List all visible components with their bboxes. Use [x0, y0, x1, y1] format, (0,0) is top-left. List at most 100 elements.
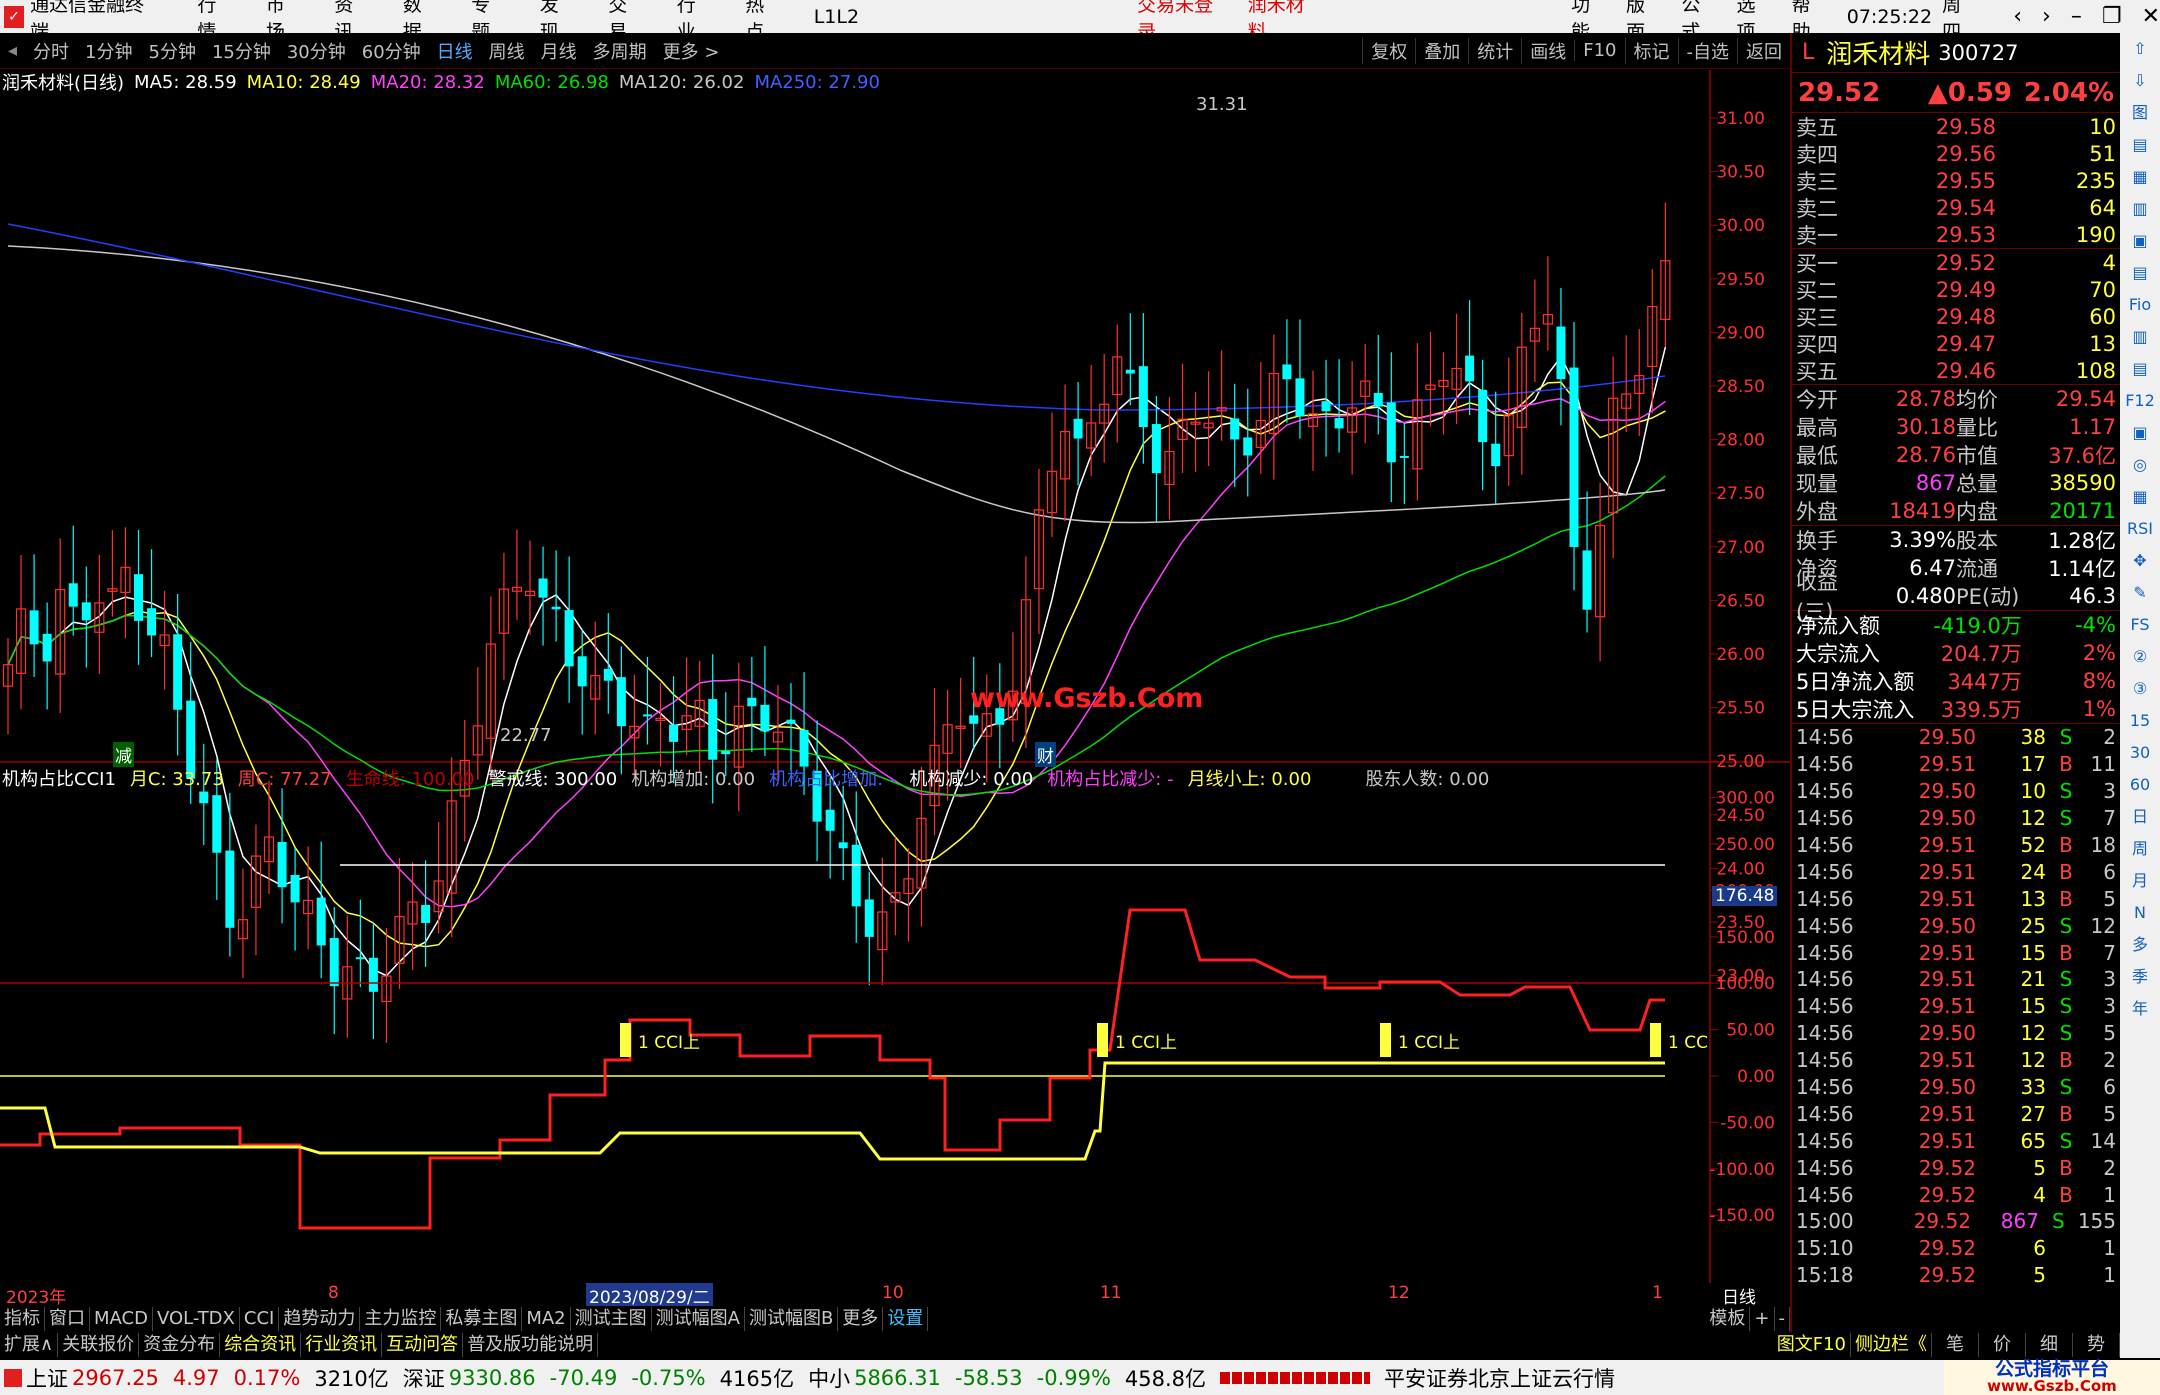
tool-zixuan[interactable]: -自选 — [1677, 37, 1738, 64]
tick-row-cell: 15:18 — [1796, 1263, 1854, 1288]
btn-zijinfenbu[interactable]: 资金分布 — [139, 1333, 221, 1357]
btn-jia[interactable]: 价 — [1979, 1333, 2026, 1357]
btn-cebianlan[interactable]: 侧边栏《 — [1851, 1333, 1932, 1357]
btn-bi[interactable]: 笔 — [1932, 1333, 1979, 1357]
side-tool-23[interactable]: 60 — [2120, 769, 2160, 801]
tab-ma2[interactable]: MA2 — [522, 1307, 571, 1331]
minimize-icon[interactable]: – — [2071, 4, 2082, 29]
side-tool-0[interactable]: ⇧ — [2120, 33, 2160, 65]
side-tool-4[interactable]: ▦ — [2120, 161, 2160, 193]
period-tab-5min[interactable]: 5分钟 — [141, 38, 204, 64]
tab-gengduo[interactable]: 更多 — [838, 1307, 884, 1331]
period-tab-30min[interactable]: 30分钟 — [279, 38, 354, 64]
side-tool-18[interactable]: FS — [2120, 609, 2160, 641]
btn-pujiban[interactable]: 普及版功能说明 — [463, 1333, 599, 1357]
tool-tongji[interactable]: 统计 — [1468, 37, 1521, 64]
side-tool-19[interactable]: ② — [2120, 641, 2160, 673]
sz-name[interactable]: 深证 — [403, 1363, 445, 1393]
tab-vol-tdx[interactable]: VOL-TDX — [153, 1307, 240, 1331]
side-tool-8[interactable]: Fio — [2120, 289, 2160, 321]
forward-icon[interactable]: › — [2042, 4, 2051, 29]
event-cai[interactable]: 财 — [1035, 742, 1056, 767]
collapse-icon[interactable]: ◂ — [0, 40, 25, 61]
period-tab-more[interactable]: 更多 > — [655, 38, 728, 64]
side-tool-24[interactable]: 日 — [2120, 801, 2160, 833]
tab-chuangkou[interactable]: 窗口 — [45, 1307, 90, 1331]
period-tab-weekly[interactable]: 周线 — [481, 38, 533, 64]
side-tool-16[interactable]: ✥ — [2120, 545, 2160, 577]
period-tab-1min[interactable]: 1分钟 — [77, 38, 140, 64]
tab-cci[interactable]: CCI — [240, 1307, 280, 1331]
period-tab-15min[interactable]: 15分钟 — [204, 38, 279, 64]
ind-label: 0.00 — [1737, 1067, 1775, 1087]
tick-list[interactable]: 14:56 29.50 38 S 2 14:56 29.51 17 B 11 14:56 29.50 1… — [1792, 724, 2120, 1289]
btn-tuwenf10[interactable]: 图文F10 — [1773, 1333, 1851, 1357]
tool-biaoji[interactable]: 标记 — [1624, 37, 1678, 64]
side-tool-3[interactable]: ▤ — [2120, 129, 2160, 161]
side-tool-17[interactable]: ✎ — [2120, 577, 2160, 609]
period-tab-fenshi[interactable]: 分时 — [25, 38, 77, 64]
tick-row: 14:56 29.51 13 B 5 — [1792, 885, 2120, 912]
side-tool-30[interactable]: 年 — [2120, 993, 2160, 1025]
tool-f10[interactable]: F10 — [1574, 40, 1624, 61]
btn-hudongwenda[interactable]: 互动问答 — [382, 1333, 464, 1357]
tab-zhulijiankong[interactable]: 主力监控 — [360, 1307, 442, 1331]
period-tab-daily[interactable]: 日线 — [429, 38, 481, 64]
side-tool-27[interactable]: N — [2120, 897, 2160, 929]
side-tool-12[interactable]: ▣ — [2120, 417, 2160, 449]
btn-kuozhan[interactable]: 扩展∧ — [0, 1333, 59, 1357]
tab-zhibiao[interactable]: 指标 — [0, 1307, 45, 1331]
side-tool-13[interactable]: ◎ — [2120, 449, 2160, 481]
tab-ceshifutub[interactable]: 测试幅图B — [745, 1307, 839, 1331]
tab-simuzhutu[interactable]: 私募主图 — [441, 1307, 523, 1331]
back-icon[interactable]: ‹ — [2013, 4, 2022, 29]
btn-zonghezixun[interactable]: 综合资讯 — [220, 1333, 302, 1357]
menu-l1l2[interactable]: L1L2 — [814, 6, 859, 28]
event-jian[interactable]: 减 — [113, 742, 134, 767]
tool-diejia[interactable]: 叠加 — [1415, 37, 1468, 64]
tab-qushidongli[interactable]: 趋势动力 — [279, 1307, 361, 1331]
tab-ceshizhutu[interactable]: 测试主图 — [571, 1307, 652, 1331]
side-tool-1[interactable]: ⇩ — [2120, 65, 2160, 97]
zx-name[interactable]: 中小 — [808, 1363, 850, 1393]
tool-fanhui[interactable]: 返回 — [1737, 37, 1790, 64]
side-tool-14[interactable]: ▦ — [2120, 481, 2160, 513]
side-tool-20[interactable]: ③ — [2120, 673, 2160, 705]
side-tool-25[interactable]: 周 — [2120, 833, 2160, 865]
side-tool-29[interactable]: 季 — [2120, 961, 2160, 993]
tab-add[interactable]: + — [1750, 1307, 1775, 1331]
side-tool-26[interactable]: 月 — [2120, 865, 2160, 897]
btn-guanlianbaojia[interactable]: 关联报价 — [58, 1333, 140, 1357]
indicator-name[interactable]: 机构占比CCI1 — [2, 765, 116, 791]
side-tool-6[interactable]: ▣ — [2120, 225, 2160, 257]
btn-shi[interactable]: 势 — [2073, 1333, 2120, 1357]
side-tool-28[interactable]: 多 — [2120, 929, 2160, 961]
side-tool-11[interactable]: F12 — [2120, 385, 2160, 417]
side-tool-21[interactable]: 15 — [2120, 705, 2160, 737]
side-tool-2[interactable]: 图 — [2120, 97, 2160, 129]
tab-shezhi[interactable]: 设置 — [883, 1307, 929, 1331]
btn-hangyezixun[interactable]: 行业资讯 — [301, 1333, 383, 1357]
kline-chart-area[interactable]: 31.00 30.50 30.00 29.50 29.00 28.50 28.00 27.50… — [0, 70, 1790, 1283]
tab-muban[interactable]: 模板 — [1705, 1307, 1751, 1331]
tool-fuquan[interactable]: 复权 — [1362, 37, 1415, 64]
side-tool-10[interactable]: ▤ — [2120, 353, 2160, 385]
side-tool-15[interactable]: RSI — [2120, 513, 2160, 545]
tab-ceshifutua[interactable]: 测试幅图A — [652, 1307, 745, 1331]
tick-row-cell: 52 — [2020, 833, 2046, 857]
period-tab-60min[interactable]: 60分钟 — [354, 38, 429, 64]
restore-icon[interactable]: ❐ — [2102, 4, 2122, 29]
sh-name[interactable]: 上证 — [26, 1363, 68, 1393]
side-tool-22[interactable]: 30 — [2120, 737, 2160, 769]
tool-huaxian[interactable]: 画线 — [1521, 37, 1574, 64]
side-tool-7[interactable]: ▤ — [2120, 257, 2160, 289]
side-tool-5[interactable]: ▥ — [2120, 193, 2160, 225]
close-icon[interactable]: ✕ — [2142, 4, 2160, 29]
btn-xi[interactable]: 细 — [2026, 1333, 2073, 1357]
sell-level-cell: 190 — [2075, 222, 2116, 247]
tab-macd[interactable]: MACD — [90, 1307, 153, 1331]
side-tool-9[interactable]: ▥ — [2120, 321, 2160, 353]
tab-remove[interactable]: - — [1775, 1307, 1790, 1331]
period-tab-monthly[interactable]: 月线 — [533, 38, 585, 64]
period-tab-multi[interactable]: 多周期 — [585, 38, 655, 64]
